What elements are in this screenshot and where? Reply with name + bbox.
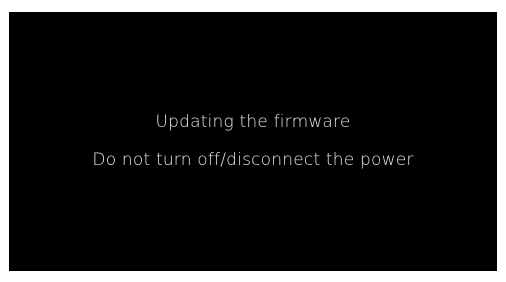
- update-status-text: Updating the firmware: [155, 112, 351, 132]
- power-warning-text: Do not turn off/disconnect the power: [92, 150, 414, 170]
- firmware-update-screen: Updating the firmware Do not turn off/di…: [9, 12, 497, 271]
